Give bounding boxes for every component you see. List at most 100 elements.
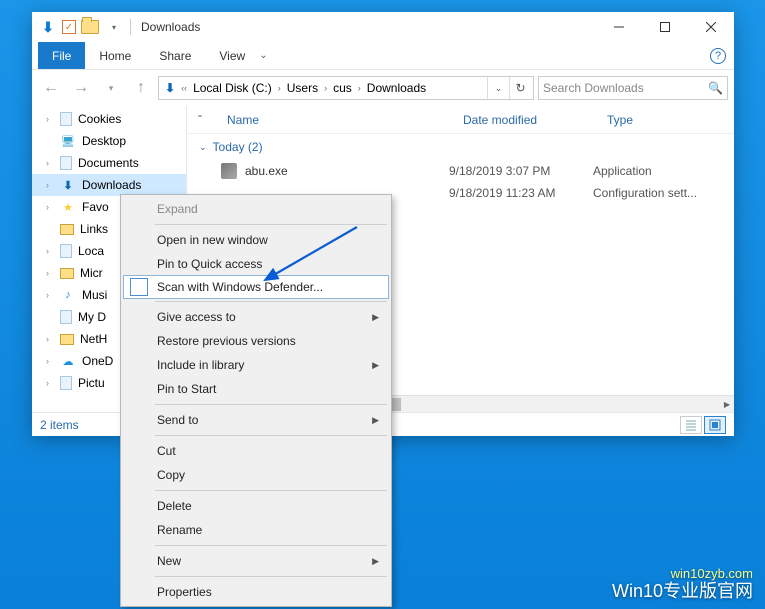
column-type[interactable]: Type <box>593 113 734 127</box>
close-button[interactable] <box>688 12 734 42</box>
exe-icon <box>221 163 237 179</box>
search-icon[interactable]: 🔍 <box>708 81 723 95</box>
menu-item-label: Open in new window <box>157 233 268 247</box>
ribbon-expand-icon[interactable]: ⌄ <box>259 42 267 69</box>
search-input[interactable]: Search Downloads 🔍 <box>538 76 728 100</box>
chevron-down-icon: ⌄ <box>199 142 207 153</box>
large-icons-view-button[interactable] <box>704 416 726 434</box>
tab-home[interactable]: Home <box>85 42 145 69</box>
menu-item-pin-to-quick-access[interactable]: Pin to Quick access <box>123 252 389 276</box>
scroll-right-icon[interactable]: ▶ <box>720 396 734 412</box>
file-tab[interactable]: File <box>38 42 85 69</box>
menu-item-restore-previous-versions[interactable]: Restore previous versions <box>123 329 389 353</box>
maximize-button[interactable] <box>642 12 688 42</box>
help-button[interactable]: ? <box>710 42 726 69</box>
sidebar-item-desktop[interactable]: 🖥Desktop <box>32 130 186 152</box>
folder-icon <box>80 17 100 37</box>
menu-separator <box>155 435 387 436</box>
folder-icon <box>60 224 74 235</box>
nav-row: ← → ▾ ↑ ⬇ ‹‹ Local Disk (C:) › Users › c… <box>32 70 734 106</box>
file-name: abu.exe <box>245 164 288 178</box>
sidebar-item-label: Loca <box>78 244 104 258</box>
chevron-right-icon[interactable]: › <box>276 83 283 93</box>
crumb-2[interactable]: cus <box>329 81 356 95</box>
sidebar-item-cookies[interactable]: ›Cookies <box>32 108 186 130</box>
submenu-arrow-icon: ▶ <box>372 312 379 323</box>
sidebar-item-downloads[interactable]: ›⬇Downloads <box>32 174 186 196</box>
column-date[interactable]: Date modified <box>449 113 593 127</box>
titlebar: ⬇ ✓ ▾ Downloads <box>32 12 734 42</box>
sidebar-item-label: Micr <box>80 266 103 280</box>
expand-icon[interactable]: › <box>46 356 49 366</box>
menu-separator <box>155 301 387 302</box>
menu-item-include-in-library[interactable]: Include in library▶ <box>123 353 389 377</box>
file-row[interactable]: abu.exe 9/18/2019 3:07 PMApplication <box>187 160 734 182</box>
menu-item-give-access-to[interactable]: Give access to▶ <box>123 305 389 329</box>
up-one-level-icon[interactable]: ˆ <box>187 113 213 127</box>
file-date: 9/18/2019 3:07 PM <box>449 164 593 178</box>
menu-item-label: Include in library <box>157 358 244 372</box>
qat-down-arrow-icon[interactable]: ⬇ <box>38 17 58 37</box>
recent-locations-button[interactable]: ▾ <box>98 75 124 101</box>
up-button[interactable]: ↑ <box>128 75 154 101</box>
minimize-button[interactable] <box>596 12 642 42</box>
expand-icon[interactable]: › <box>46 290 49 300</box>
menu-item-label: Cut <box>157 444 176 458</box>
menu-item-open-in-new-window[interactable]: Open in new window <box>123 228 389 252</box>
refresh-icon[interactable]: ↻ <box>509 77 531 99</box>
menu-item-new[interactable]: New▶ <box>123 549 389 573</box>
sidebar-item-label: Favo <box>82 200 109 214</box>
file-icon <box>60 376 72 390</box>
menu-item-properties[interactable]: Properties <box>123 580 389 604</box>
menu-item-pin-to-start[interactable]: Pin to Start <box>123 377 389 401</box>
chevron-right-icon[interactable]: › <box>322 83 329 93</box>
details-view-button[interactable] <box>680 416 702 434</box>
file-icon <box>60 310 72 324</box>
folder-icon <box>60 268 74 279</box>
tab-view[interactable]: View <box>205 42 259 69</box>
menu-item-label: Restore previous versions <box>157 334 296 348</box>
menu-item-scan-with-windows-defender-[interactable]: Scan with Windows Defender... <box>123 275 389 299</box>
address-dropdown-icon[interactable]: ⌄ <box>487 77 509 99</box>
menu-item-label: Copy <box>157 468 185 482</box>
context-menu: ExpandOpen in new windowPin to Quick acc… <box>120 194 392 607</box>
crumb-0[interactable]: Local Disk (C:) <box>189 81 276 95</box>
forward-button[interactable]: → <box>68 75 94 101</box>
menu-item-delete[interactable]: Delete <box>123 494 389 518</box>
crumb-1[interactable]: Users <box>283 81 322 95</box>
file-type: Application <box>593 164 734 178</box>
back-button[interactable]: ← <box>38 75 64 101</box>
defender-icon <box>130 278 148 296</box>
qat-checkbox-icon[interactable]: ✓ <box>62 20 76 34</box>
expand-icon[interactable]: › <box>46 268 49 278</box>
menu-item-label: Rename <box>157 523 202 537</box>
expand-icon[interactable]: › <box>46 180 49 190</box>
expand-icon[interactable]: › <box>46 114 49 124</box>
expand-icon[interactable]: › <box>46 202 49 212</box>
chevron-left-icon[interactable]: ‹‹ <box>179 83 189 93</box>
group-label: Today (2) <box>213 140 263 154</box>
expand-icon[interactable]: › <box>46 158 49 168</box>
menu-item-send-to[interactable]: Send to▶ <box>123 408 389 432</box>
music-icon: ♪ <box>60 287 76 303</box>
download-icon: ⬇ <box>60 177 76 193</box>
sidebar-item-label: Pictu <box>78 376 105 390</box>
sidebar-item-documents[interactable]: ›Documents <box>32 152 186 174</box>
folder-icon <box>60 334 74 345</box>
submenu-arrow-icon: ▶ <box>372 415 379 426</box>
expand-icon[interactable]: › <box>46 378 49 388</box>
menu-item-label: New <box>157 554 181 568</box>
menu-item-cut[interactable]: Cut <box>123 439 389 463</box>
expand-icon[interactable]: › <box>46 246 49 256</box>
tab-share[interactable]: Share <box>145 42 205 69</box>
address-bar[interactable]: ⬇ ‹‹ Local Disk (C:) › Users › cus › Dow… <box>158 76 534 100</box>
crumb-3[interactable]: Downloads <box>363 81 430 95</box>
group-header[interactable]: ⌄ Today (2) <box>187 134 734 160</box>
file-icon <box>60 112 72 126</box>
chevron-right-icon[interactable]: › <box>356 83 363 93</box>
expand-icon[interactable]: › <box>46 334 49 344</box>
menu-item-rename[interactable]: Rename <box>123 518 389 542</box>
menu-item-copy[interactable]: Copy <box>123 463 389 487</box>
qat-dropdown-icon[interactable]: ▾ <box>104 17 124 37</box>
column-name[interactable]: Name <box>213 113 449 127</box>
